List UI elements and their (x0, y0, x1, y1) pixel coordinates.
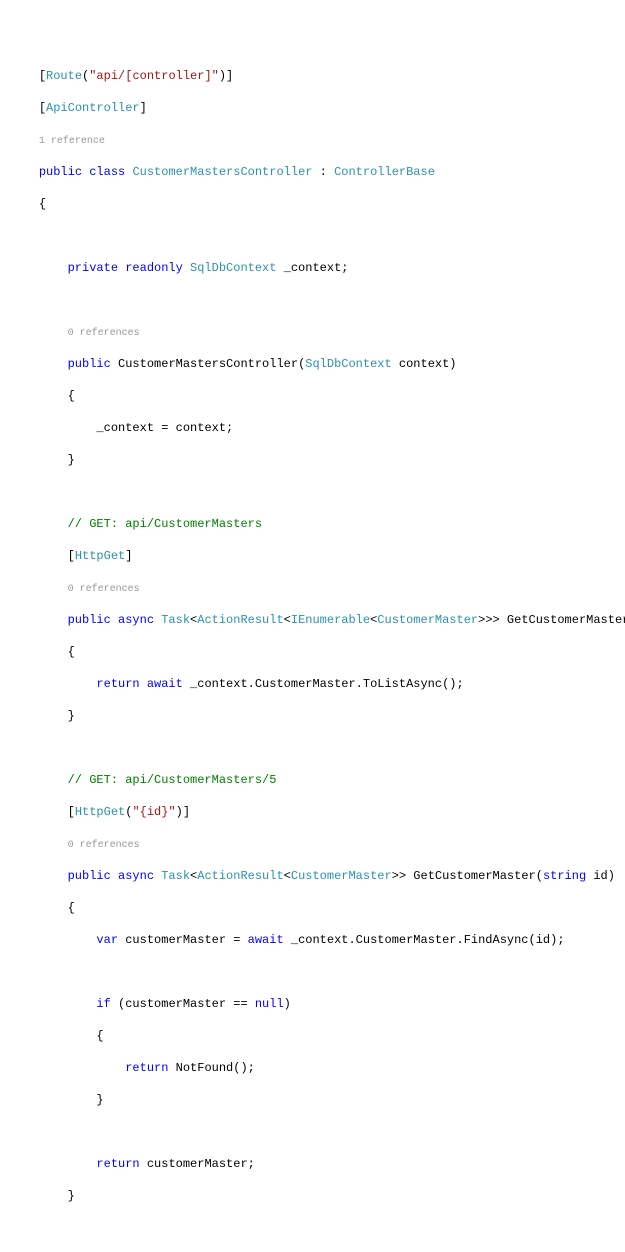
blank-line (10, 484, 625, 500)
code-line: _context = context; (10, 420, 625, 436)
code-line: [ApiController] (10, 100, 625, 116)
blank-line (10, 1124, 625, 1140)
code-line: // GET: api/CustomerMasters/5 (10, 772, 625, 788)
blank-line (10, 228, 625, 244)
code-line: { (10, 644, 625, 660)
code-line: } (10, 452, 625, 468)
code-line: return customerMaster; (10, 1156, 625, 1172)
code-line: // GET: api/CustomerMasters (10, 516, 625, 532)
codelens[interactable]: 1 reference (10, 132, 625, 148)
code-line: [HttpGet] (10, 548, 625, 564)
code-line: } (10, 1092, 625, 1108)
code-line: [Route("api/[controller]")] (10, 68, 625, 84)
code-line: public CustomerMastersController(SqlDbCo… (10, 356, 625, 372)
code-line: { (10, 196, 625, 212)
code-line: } (10, 708, 625, 724)
code-line: } (10, 1188, 625, 1204)
blank-line (10, 1220, 625, 1236)
codelens[interactable]: 0 references (10, 324, 625, 340)
code-line: public class CustomerMastersController :… (10, 164, 625, 180)
code-line: return NotFound(); (10, 1060, 625, 1076)
blank-line (10, 964, 625, 980)
blank-line (10, 292, 625, 308)
code-line: if (customerMaster == null) (10, 996, 625, 1012)
code-line: public async Task<ActionResult<CustomerM… (10, 868, 625, 884)
blank-line (10, 740, 625, 756)
codelens[interactable]: 0 references (10, 836, 625, 852)
code-line: var customerMaster = await _context.Cust… (10, 932, 625, 948)
code-line: return await _context.CustomerMaster.ToL… (10, 676, 625, 692)
code-line: [HttpGet("{id}")] (10, 804, 625, 820)
code-line: { (10, 900, 625, 916)
codelens[interactable]: 0 references (10, 580, 625, 596)
code-line: { (10, 1028, 625, 1044)
code-line: { (10, 388, 625, 404)
code-line: private readonly SqlDbContext _context; (10, 260, 625, 276)
